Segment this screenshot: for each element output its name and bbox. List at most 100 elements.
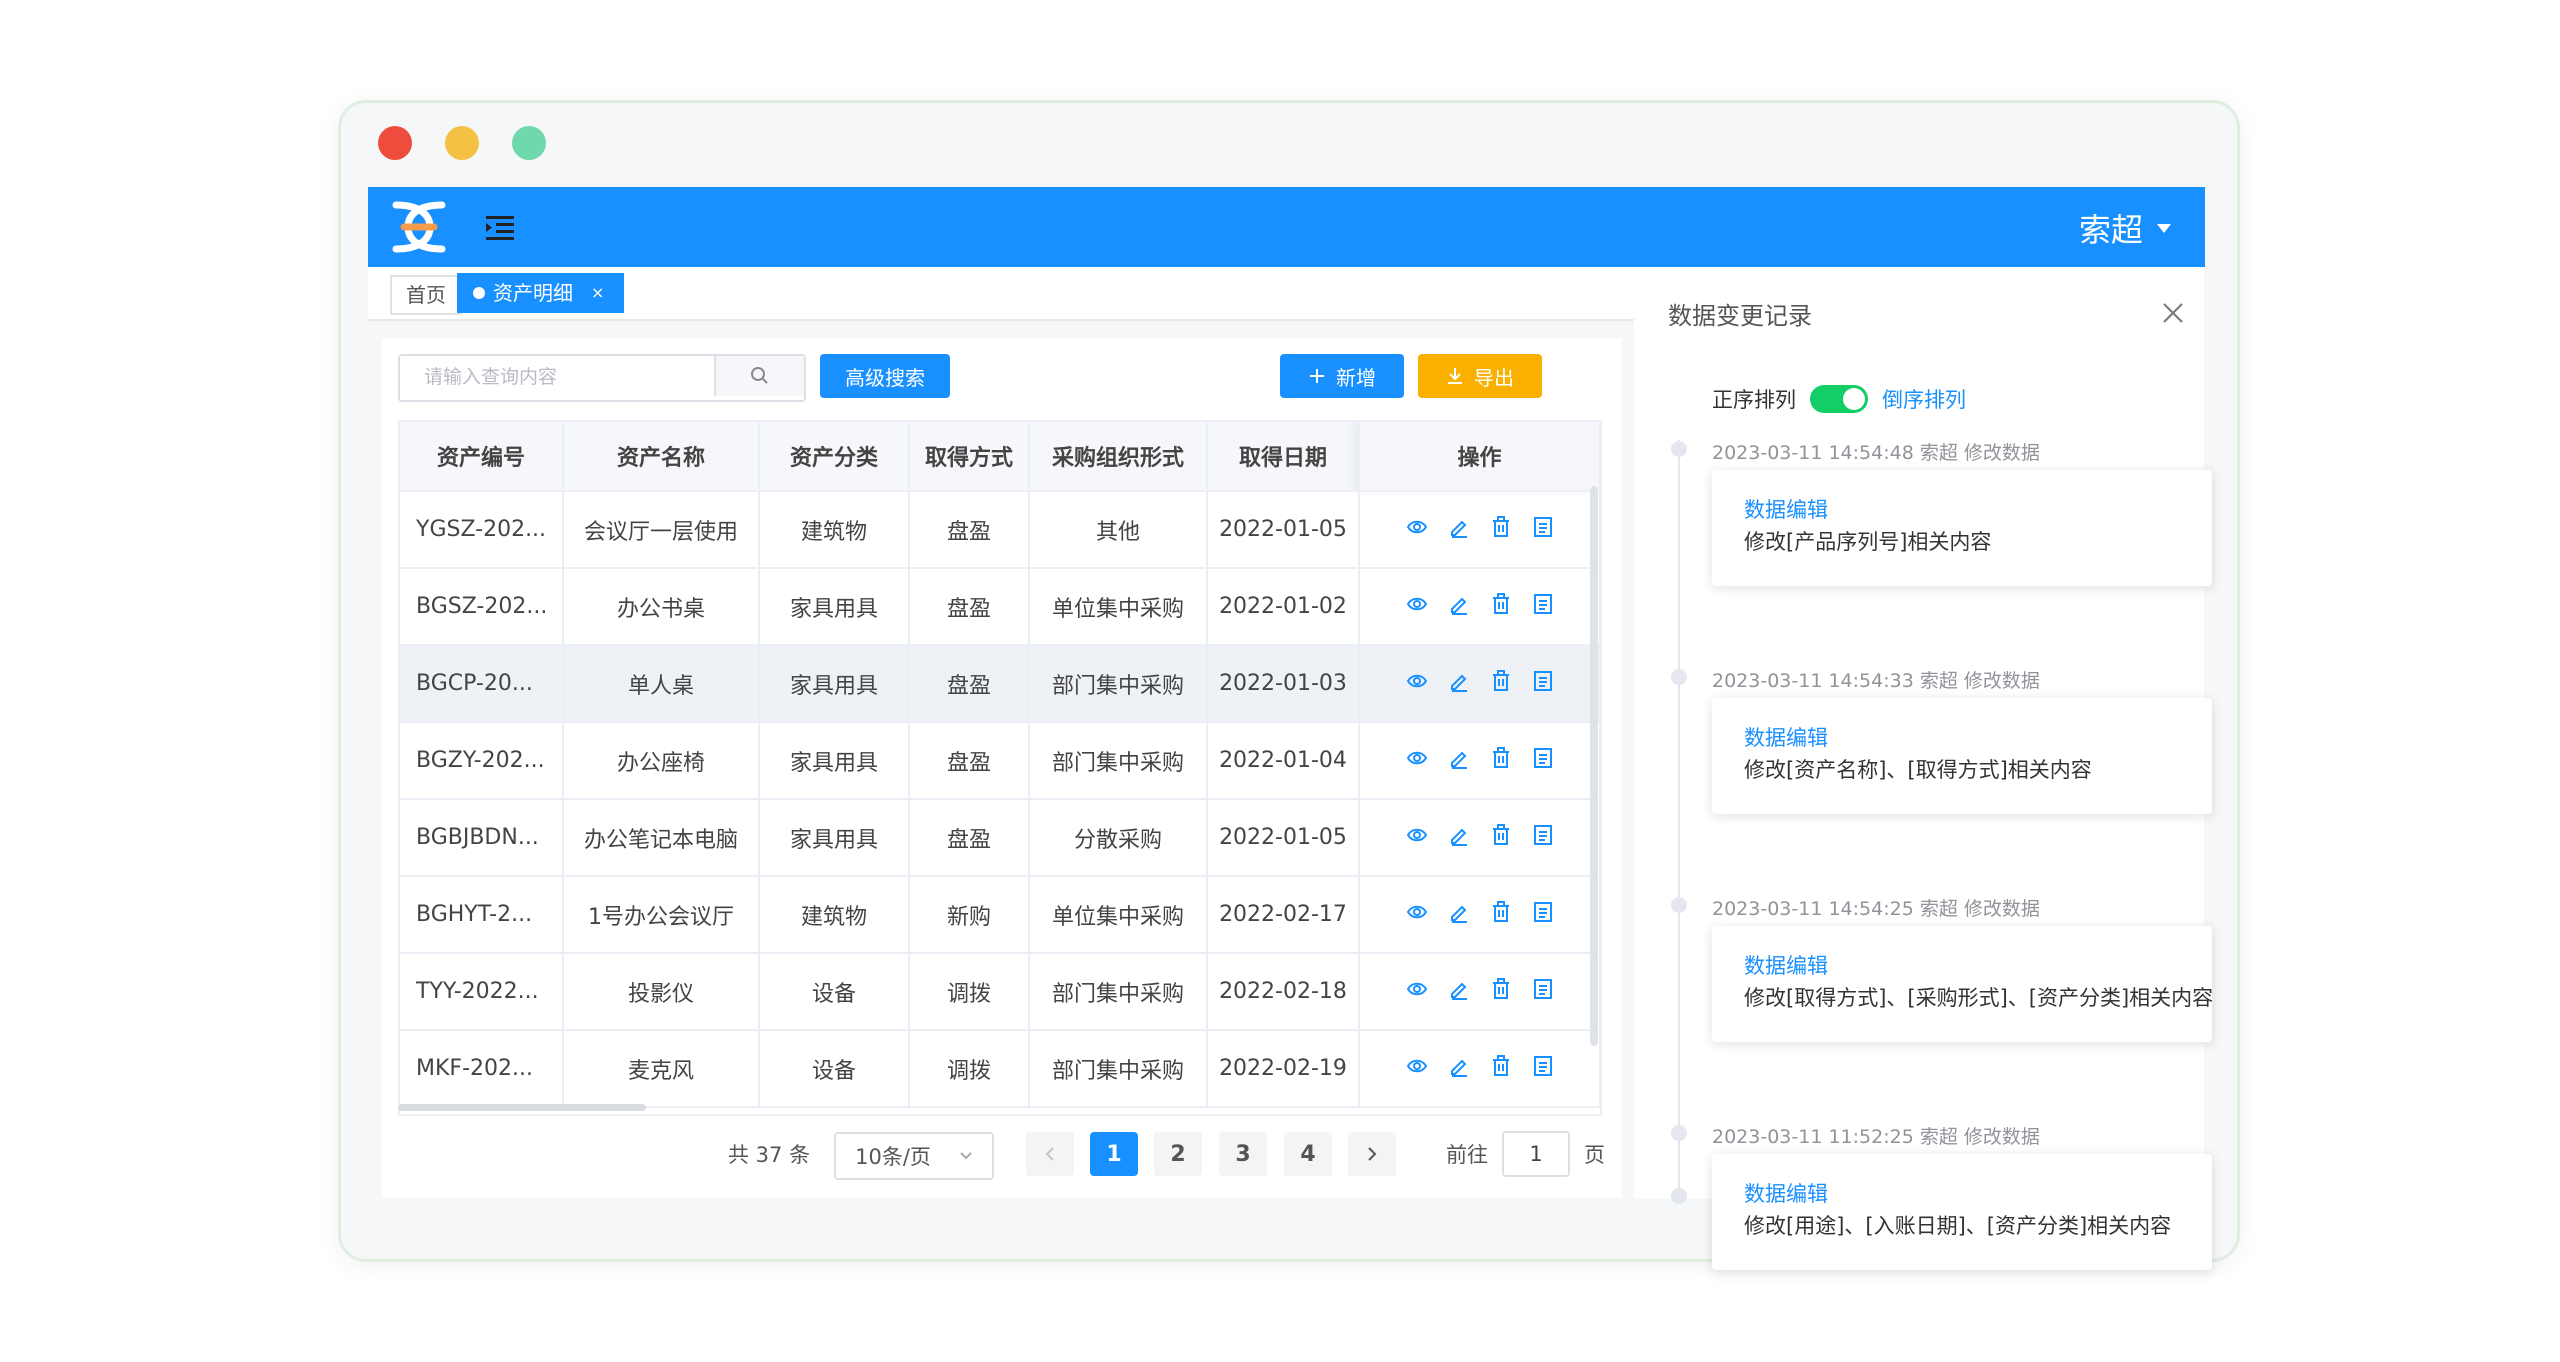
view-icon[interactable]	[1406, 747, 1428, 775]
page-size-value: 10条/页	[855, 1145, 931, 1169]
delete-icon[interactable]	[1490, 1054, 1512, 1083]
table-row[interactable]: MKF-202... 麦克风 设备 调拨 部门集中采购 2022-02-19	[400, 1030, 1600, 1108]
record-title-link[interactable]: 数据编辑	[1744, 722, 1828, 752]
table-row[interactable]: BGCP-20... 单人桌 家具用具 盘盈 部门集中采购 2022-01-03	[400, 645, 1600, 723]
tab-home[interactable]: 首页	[390, 275, 462, 315]
table-cell: BGHYT-2...	[400, 876, 564, 954]
column-header[interactable]: 取得方式	[909, 422, 1030, 492]
table-cell: 设备	[759, 1030, 910, 1108]
view-icon[interactable]	[1406, 824, 1428, 852]
search-button[interactable]	[714, 356, 804, 396]
column-header[interactable]: 资产分类	[759, 422, 910, 492]
table-row[interactable]: BGBJBDN... 办公笔记本电脑 家具用具 盘盈 分散采购 2022-01-05	[400, 799, 1600, 877]
view-icon[interactable]	[1406, 516, 1428, 544]
detail-icon[interactable]	[1532, 824, 1554, 852]
edit-icon[interactable]	[1448, 1055, 1470, 1083]
table-cell: 会议厅一层使用	[563, 491, 760, 569]
tab-close-icon[interactable]: ×	[591, 273, 604, 313]
page-button-3[interactable]: 3	[1219, 1132, 1267, 1176]
edit-icon[interactable]	[1448, 670, 1470, 698]
table-row[interactable]: TYY-2022... 投影仪 设备 调拨 部门集中采购 2022-02-18	[400, 953, 1600, 1031]
page-size-select[interactable]: 10条/页	[834, 1132, 994, 1180]
add-button[interactable]: 新增	[1280, 354, 1404, 398]
detail-icon[interactable]	[1532, 978, 1554, 1006]
table-cell: 家具用具	[759, 645, 910, 723]
table-cell: 2022-02-18	[1207, 953, 1360, 1031]
record-title-link[interactable]: 数据编辑	[1744, 494, 1828, 524]
edit-icon[interactable]	[1448, 593, 1470, 621]
chevron-right-icon	[1368, 1147, 1377, 1161]
page-button-2[interactable]: 2	[1154, 1132, 1202, 1176]
page-button-1[interactable]: 1	[1090, 1132, 1138, 1176]
record-title-link[interactable]: 数据编辑	[1744, 950, 1828, 980]
column-header[interactable]: 资产编号	[400, 422, 564, 492]
record-time: 2023-03-11 11:52:25 索超 修改数据	[1712, 1126, 2040, 1148]
table-cell: 2022-01-05	[1207, 799, 1360, 877]
view-icon[interactable]	[1406, 670, 1428, 698]
page-button-4[interactable]: 4	[1284, 1132, 1332, 1176]
table-cell: 家具用具	[759, 568, 910, 646]
delete-icon[interactable]	[1490, 592, 1512, 621]
window-maximize-button[interactable]	[512, 126, 546, 160]
window-minimize-button[interactable]	[445, 126, 479, 160]
delete-icon[interactable]	[1490, 746, 1512, 775]
advanced-search-button[interactable]: 高级搜索	[820, 354, 950, 398]
record-description: 修改[资产名称]、[取得方式]相关内容	[1744, 758, 2092, 782]
sort-order-switch[interactable]	[1810, 385, 1868, 413]
delete-icon[interactable]	[1490, 823, 1512, 852]
record-description: 修改[用途]、[入账日期]、[资产分类]相关内容	[1744, 1214, 2172, 1238]
export-button[interactable]: 导出	[1418, 354, 1542, 398]
table-cell: 单位集中采购	[1029, 568, 1208, 646]
next-page-button[interactable]	[1348, 1132, 1396, 1176]
view-icon[interactable]	[1406, 978, 1428, 1006]
detail-icon[interactable]	[1532, 901, 1554, 929]
column-header: 操作	[1359, 422, 1600, 492]
table-cell: 设备	[759, 953, 910, 1031]
table-cell: 麦克风	[563, 1030, 760, 1108]
table-cell: 部门集中采购	[1029, 953, 1208, 1031]
vertical-scrollbar[interactable]	[1590, 486, 1598, 1046]
prev-page-button[interactable]	[1026, 1132, 1074, 1176]
table-row[interactable]: BGHYT-2... 1号办公会议厅 建筑物 新购 单位集中采购 2022-02-17	[400, 876, 1600, 954]
sort-desc-label[interactable]: 倒序排列	[1882, 384, 1966, 414]
record-time: 2023-03-11 14:54:48 索超 修改数据	[1712, 442, 2040, 464]
menu-toggle-icon[interactable]	[486, 215, 514, 241]
edit-icon[interactable]	[1448, 747, 1470, 775]
edit-icon[interactable]	[1448, 516, 1470, 544]
goto-page-input[interactable]	[1502, 1131, 1570, 1177]
column-header[interactable]: 采购组织形式	[1029, 422, 1208, 492]
view-icon[interactable]	[1406, 901, 1428, 929]
table-row[interactable]: BGSZ-202... 办公书桌 家具用具 盘盈 单位集中采购 2022-01-02	[400, 568, 1600, 646]
delete-icon[interactable]	[1490, 515, 1512, 544]
delete-icon[interactable]	[1490, 669, 1512, 698]
chevron-down-icon	[960, 1152, 972, 1160]
record-title-link[interactable]: 数据编辑	[1744, 1178, 1828, 1208]
delete-icon[interactable]	[1490, 977, 1512, 1006]
search-input[interactable]	[400, 356, 736, 398]
horizontal-scrollbar[interactable]	[398, 1104, 646, 1111]
edit-icon[interactable]	[1448, 978, 1470, 1006]
view-icon[interactable]	[1406, 1055, 1428, 1083]
column-header[interactable]: 取得日期	[1207, 422, 1360, 492]
row-actions	[1359, 953, 1600, 1031]
record-card: 数据编辑 修改[产品序列号]相关内容	[1712, 470, 2212, 586]
tab-asset-details[interactable]: 资产明细 ×	[457, 273, 625, 313]
detail-icon[interactable]	[1532, 593, 1554, 621]
delete-icon[interactable]	[1490, 900, 1512, 929]
asset-table: 资产编号 资产名称 资产分类 取得方式 采购组织形式 取得日期 操作 YGSZ-…	[398, 420, 1602, 1116]
record-time: 2023-03-11 14:54:25 索超 修改数据	[1712, 898, 2040, 920]
detail-icon[interactable]	[1532, 670, 1554, 698]
detail-icon[interactable]	[1532, 747, 1554, 775]
table-cell: 盘盈	[909, 491, 1030, 569]
detail-icon[interactable]	[1532, 516, 1554, 544]
close-icon[interactable]	[2162, 302, 2184, 324]
window-close-button[interactable]	[378, 126, 412, 160]
table-row[interactable]: YGSZ-202... 会议厅一层使用 建筑物 盘盈 其他 2022-01-05	[400, 491, 1600, 569]
user-menu[interactable]: 索超	[2079, 205, 2171, 251]
edit-icon[interactable]	[1448, 824, 1470, 852]
column-header[interactable]: 资产名称	[563, 422, 760, 492]
detail-icon[interactable]	[1532, 1055, 1554, 1083]
view-icon[interactable]	[1406, 593, 1428, 621]
edit-icon[interactable]	[1448, 901, 1470, 929]
table-row[interactable]: BGZY-202... 办公座椅 家具用具 盘盈 部门集中采购 2022-01-04	[400, 722, 1600, 800]
